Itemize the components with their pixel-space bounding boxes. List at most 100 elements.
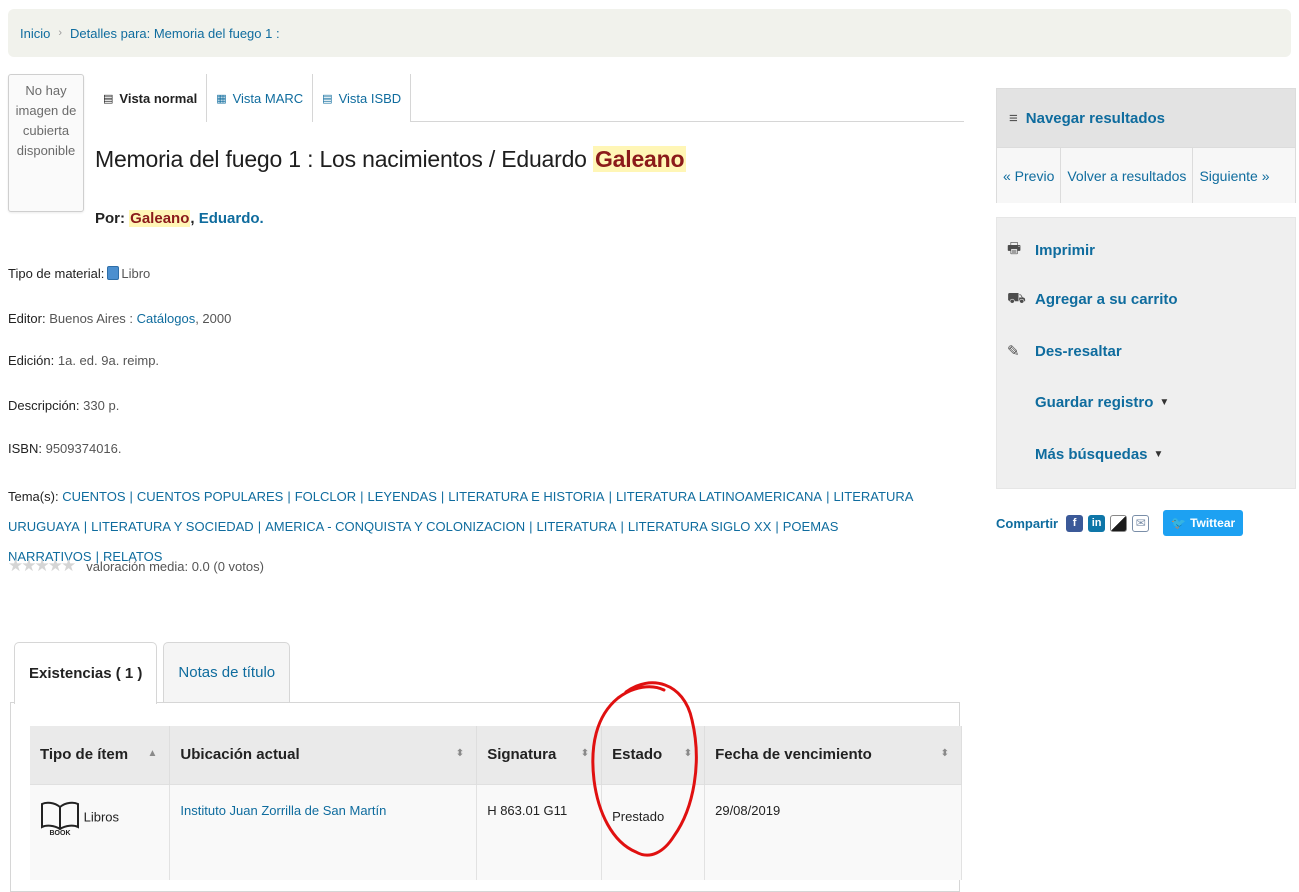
author-last-link[interactable]: Galeano	[129, 210, 191, 227]
subject-link[interactable]: CUENTOS	[62, 489, 125, 504]
author-prefix: Por:	[95, 210, 125, 227]
tab-marc-view[interactable]: ▦ Vista MARC	[207, 74, 314, 122]
tweet-button[interactable]: 🐦 Twittear	[1163, 510, 1244, 536]
field-label: Tipo de material:	[8, 266, 105, 281]
item-type-label: Libros	[83, 808, 120, 824]
cell-due-date: 29/08/2019	[704, 783, 962, 880]
tab-title-notes[interactable]: Notas de título	[163, 642, 291, 702]
star-rating[interactable]: ★★★★★	[8, 556, 76, 576]
book-icon: BOOK	[40, 799, 80, 837]
save-record-dropdown[interactable]: Guardar registro ▼	[1007, 394, 1169, 411]
printer-icon: 🖶	[1007, 240, 1022, 257]
browse-nav: « Previo Volver a resultados Siguiente »	[997, 147, 1295, 203]
subject-separator: |	[360, 489, 364, 504]
sort-icon: ⬍	[455, 748, 465, 759]
more-searches-dropdown[interactable]: Más búsquedas ▼	[1007, 446, 1163, 463]
subject-link[interactable]: LITERATURA SIGLO XX	[628, 519, 772, 534]
caret-down-icon: ▼	[1153, 449, 1164, 460]
field-value: 1a. ed. 9a. reimp.	[57, 353, 160, 368]
breadcrumb: Inicio › Detalles para: Memoria del fueg…	[8, 9, 1291, 57]
browse-results-header[interactable]: ≡ Navegar resultados	[997, 89, 1295, 147]
author-first-link[interactable]: Eduardo.	[199, 210, 264, 227]
subject-separator: |	[826, 489, 830, 504]
action-label: Des-resaltar	[1035, 342, 1122, 360]
subject-separator: |	[83, 519, 88, 534]
unhighlight-action[interactable]: ✎ Des-resaltar	[1007, 342, 1122, 361]
cover-text-line: cubierta	[22, 123, 70, 138]
field-label: Tema(s):	[8, 489, 59, 504]
field-label: Descripción:	[8, 398, 80, 413]
document-icon: ▤	[103, 92, 114, 105]
next-link[interactable]: Siguiente »	[1193, 148, 1275, 203]
tab-normal-view[interactable]: ▤ Vista normal	[94, 74, 208, 122]
add-to-cart-action[interactable]: ⛟ Agregar a su carrito	[1007, 290, 1178, 309]
subject-link[interactable]: FOLCLOR	[295, 489, 356, 504]
tab-label: Notas de título	[178, 664, 276, 681]
column-header-status[interactable]: Estado ⬍	[601, 726, 706, 784]
breadcrumb-home-link[interactable]: Inicio	[20, 26, 50, 41]
location-link[interactable]: Instituto Juan Zorrilla de San Martín	[180, 803, 386, 818]
record-title: Memoria del fuego 1 : Los nacimientos / …	[95, 146, 687, 173]
pen-icon: ✎	[1007, 343, 1020, 360]
action-label: Imprimir	[1035, 242, 1096, 259]
breadcrumb-current-link[interactable]: Detalles para: Memoria del fuego 1 :	[70, 26, 280, 41]
field-value: 330 p.	[83, 398, 120, 413]
book-icon	[107, 266, 120, 280]
view-tabs: ▤ Vista normal ▦ Vista MARC ▤ Vista ISBD	[94, 74, 964, 122]
cover-placeholder: No hay imagen de cubierta disponible	[8, 74, 84, 212]
subject-link[interactable]: LEYENDAS	[368, 489, 437, 504]
print-action[interactable]: 🖶 Imprimir	[1007, 238, 1095, 263]
subject-separator: |	[529, 519, 533, 534]
subject-link[interactable]: AMERICA - CONQUISTA Y COLONIZACION	[265, 519, 525, 534]
cell-location: Instituto Juan Zorrilla de San Martín	[169, 783, 478, 880]
menu-icon: ≡	[1009, 109, 1018, 127]
tab-label: Existencias ( 1 )	[29, 665, 143, 682]
sort-icon: ⬍	[683, 748, 693, 759]
header-label: Ubicación actual	[180, 746, 300, 764]
tab-label: Vista normal	[119, 90, 198, 106]
table-row: BOOK Libros Instituto Juan Zorrilla de S…	[30, 783, 962, 880]
title-highlight: Galeano	[592, 146, 687, 172]
subject-link[interactable]: LITERATURA LATINOAMERICANA	[616, 489, 822, 504]
share-label: Compartir	[996, 515, 1059, 531]
action-label: Guardar registro	[1035, 394, 1154, 411]
previous-link[interactable]: « Previo	[997, 148, 1062, 203]
subject-list: CUENTOS | CUENTOS POPULARES | FOLCLOR | LEYEND…	[8, 489, 913, 564]
subject-link[interactable]: LITERATURA E HISTORIA	[448, 489, 604, 504]
header-label: Signatura	[487, 746, 557, 764]
column-header-call-number[interactable]: Signatura ⬍	[476, 726, 603, 784]
rating-text: valoración media: 0.0 (0 votos)	[86, 558, 264, 574]
subject-separator: |	[440, 489, 445, 504]
linkedin-icon[interactable]: in	[1088, 514, 1106, 532]
subject-link[interactable]: CUENTOS POPULARES	[137, 489, 283, 504]
list-icon: ▦	[216, 92, 227, 105]
column-header-due-date[interactable]: Fecha de vencimiento ⬍	[704, 726, 962, 784]
tab-holdings[interactable]: Existencias ( 1 )	[14, 642, 158, 704]
open-book-icon	[41, 801, 79, 830]
isbd-icon: ▤	[322, 92, 333, 105]
column-header-item-type[interactable]: Tipo de ítem ▲	[30, 726, 171, 784]
editor-place: Buenos Aires :	[49, 311, 134, 326]
subject-separator: |	[620, 519, 624, 534]
delicious-icon[interactable]	[1110, 514, 1128, 532]
subject-link[interactable]: LITERATURA	[537, 519, 617, 534]
tab-isbd-view[interactable]: ▤ Vista ISBD	[313, 74, 412, 122]
column-header-location[interactable]: Ubicación actual ⬍	[169, 726, 478, 784]
field-label: ISBN:	[8, 441, 42, 456]
cover-text-line: disponible	[16, 143, 76, 158]
book-icon-text: BOOK	[49, 829, 71, 837]
subject-link[interactable]: LITERATURA Y SOCIEDAD	[91, 519, 254, 534]
twitter-icon: 🐦	[1171, 516, 1187, 530]
back-to-results-link[interactable]: Volver a resultados	[1061, 148, 1194, 203]
header-label: Estado	[612, 746, 663, 764]
rating: ★★★★★ valoración media: 0.0 (0 votos)	[8, 556, 264, 576]
facebook-icon[interactable]: f	[1066, 514, 1084, 532]
email-icon[interactable]: ✉	[1132, 514, 1150, 532]
sort-icon: ⬍	[580, 748, 590, 759]
sort-asc-icon: ▲	[147, 748, 158, 759]
author-line: Por: Galeano, Eduardo.	[95, 210, 264, 227]
cover-text-line: imagen de	[15, 103, 77, 118]
publisher-link[interactable]: Catálogos	[137, 311, 196, 326]
header-label: Fecha de vencimiento	[715, 746, 872, 764]
title-text: Memoria del fuego 1 : Los nacimientos / …	[95, 146, 593, 172]
